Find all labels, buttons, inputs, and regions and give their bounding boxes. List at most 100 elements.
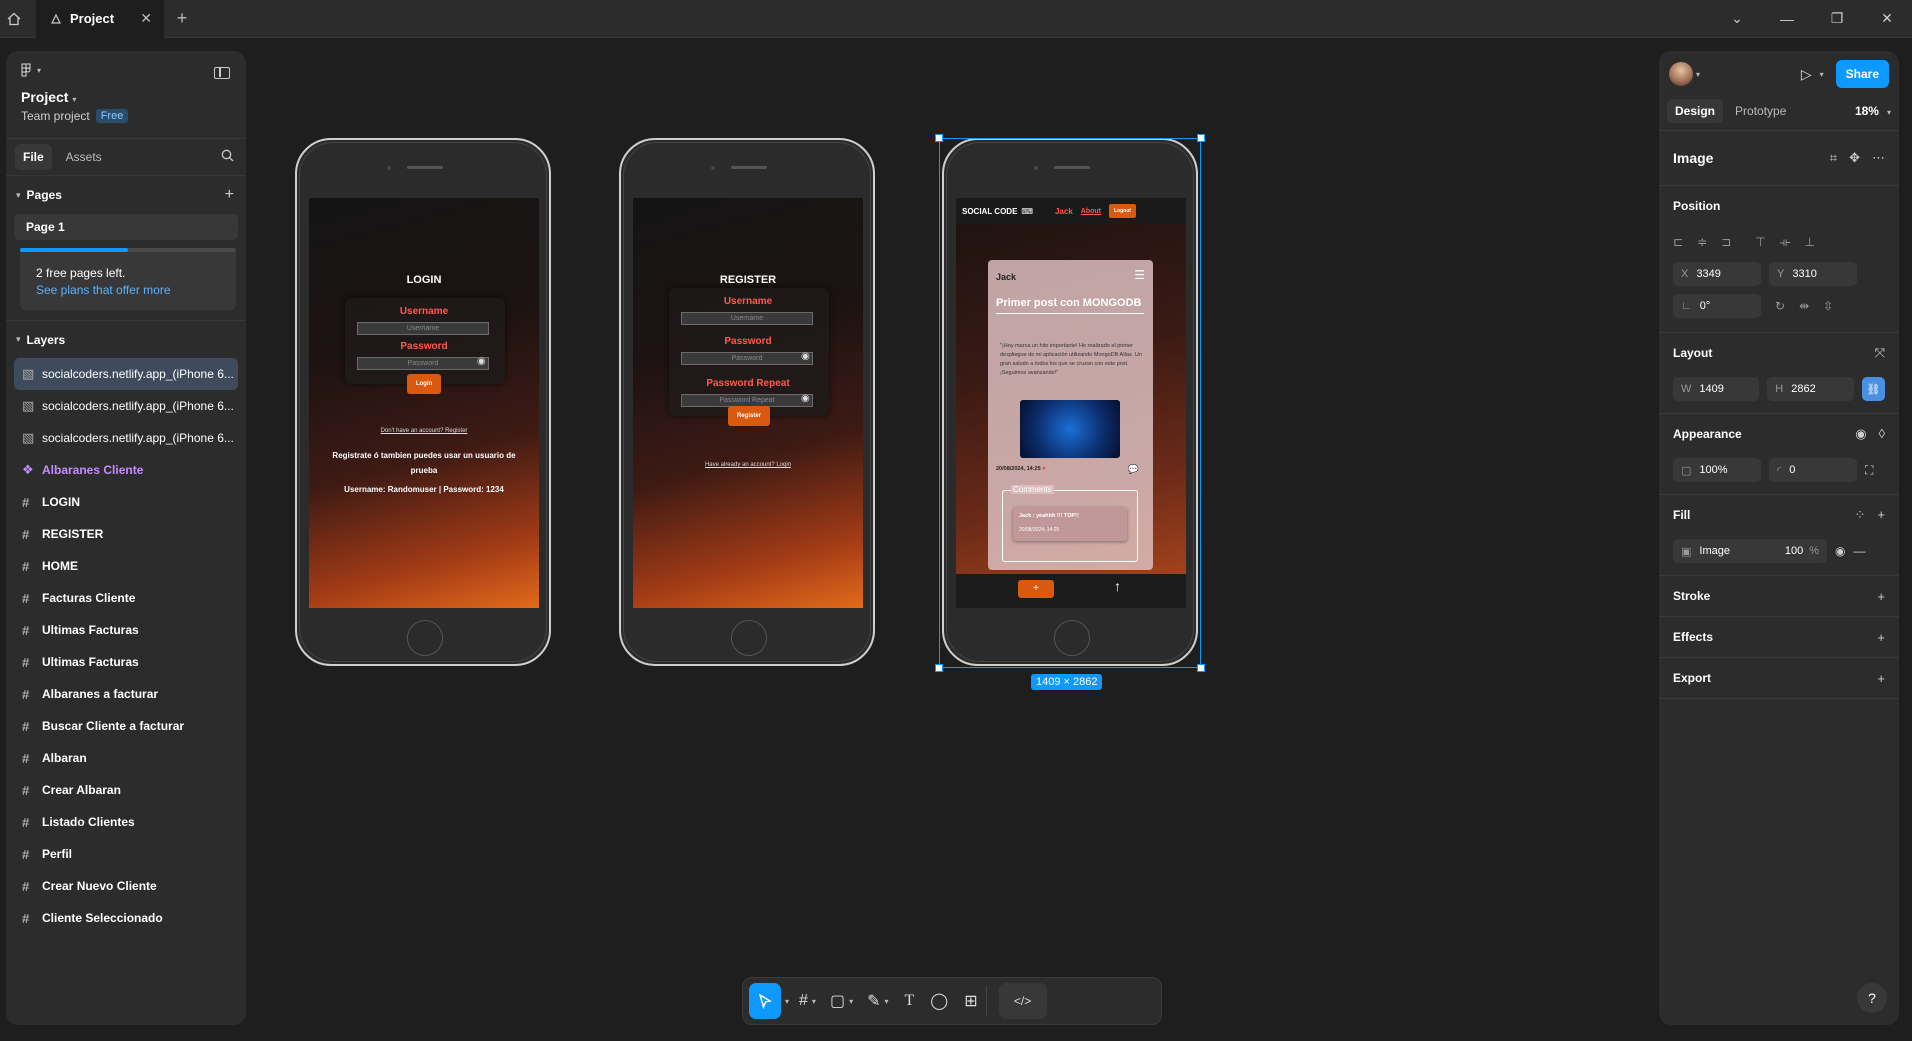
more-icon[interactable]: ⋯ — [1872, 150, 1885, 166]
layer-item[interactable]: # HOME — [6, 550, 246, 582]
tab-design[interactable]: Design — [1667, 98, 1724, 123]
see-plans-link[interactable]: See plans that offer more — [36, 283, 220, 297]
layer-item[interactable]: ▧ socialcoders.netlify.app_(iPhone 6... — [6, 390, 246, 422]
x-field[interactable]: X 3349 — [1673, 262, 1761, 286]
layer-item[interactable]: # Albaran — [6, 742, 246, 774]
layer-item[interactable]: # Crear Nuevo Cliente — [6, 870, 246, 902]
layer-item[interactable]: # Facturas Cliente — [6, 582, 246, 614]
align-right-icon[interactable]: ⊐ — [1721, 235, 1731, 249]
layer-item[interactable]: # Ultimas Facturas — [6, 646, 246, 678]
chevron-down-icon[interactable]: ▾ — [1820, 70, 1824, 79]
resize-handle-top-left[interactable] — [935, 134, 943, 142]
layer-item[interactable]: # Cliente Seleccionado — [6, 902, 246, 934]
tab-close-icon[interactable]: ✕ — [140, 10, 152, 27]
blend-mode-icon[interactable]: ◊ — [1879, 426, 1885, 442]
selection-type: Image — [1673, 150, 1714, 166]
flip-vertical-icon[interactable]: ⇳ — [1823, 299, 1833, 313]
pages-header[interactable]: ▾ Pages + — [6, 176, 246, 214]
minimize-icon[interactable]: — — [1762, 11, 1812, 27]
y-field[interactable]: Y 3310 — [1769, 262, 1857, 286]
layer-item[interactable]: # Buscar Cliente a facturar — [6, 710, 246, 742]
layer-label: Crear Nuevo Cliente — [42, 879, 157, 893]
move-tool-button[interactable] — [749, 983, 781, 1019]
login-frame[interactable]: LOGIN Username Username Password Passwor… — [295, 138, 551, 666]
present-play-icon[interactable]: ▷ — [1801, 66, 1812, 83]
fit-icon[interactable]: ⤧ — [1875, 345, 1885, 361]
tab-project[interactable]: Project ✕ — [36, 0, 164, 38]
layer-item[interactable]: # LOGIN — [6, 486, 246, 518]
comment-tool-button[interactable]: ◯ — [930, 983, 948, 1019]
add-stroke-icon[interactable]: + — [1877, 589, 1885, 604]
register-frame[interactable]: REGISTER Username Username Password Pass… — [619, 138, 875, 666]
resize-handle-bottom-left[interactable] — [935, 664, 943, 672]
remove-fill-icon[interactable]: — — [1853, 544, 1865, 558]
tab-prototype[interactable]: Prototype — [1727, 99, 1794, 123]
independent-corners-icon[interactable]: ⛶ — [1865, 463, 1873, 478]
align-bottom-icon[interactable]: ⊥ — [1805, 235, 1815, 250]
rotation-value: 0° — [1699, 300, 1711, 312]
h-label: H — [1775, 383, 1784, 395]
sidebar-toggle-icon[interactable] — [214, 67, 230, 79]
width-field[interactable]: W 1409 — [1673, 377, 1760, 401]
flip-horizontal-icon[interactable]: ⇹ — [1799, 299, 1809, 313]
styles-icon[interactable]: ⁘ — [1855, 507, 1866, 523]
pen-tool-button[interactable]: ✎ ▾ — [867, 983, 888, 1019]
tab-assets[interactable]: Assets — [58, 144, 110, 170]
crop-icon[interactable]: ⌗ — [1830, 150, 1837, 166]
layer-item[interactable]: ▧ socialcoders.netlify.app_(iPhone 6... — [14, 358, 238, 390]
resize-handle-top-right[interactable] — [1197, 134, 1205, 142]
text-tool-button[interactable]: T — [905, 983, 915, 1019]
add-page-icon[interactable]: + — [225, 186, 234, 204]
help-button[interactable]: ? — [1857, 983, 1887, 1013]
layer-item[interactable]: ❖ Albaranes Cliente — [6, 454, 246, 486]
layer-item[interactable]: # Ultimas Facturas — [6, 614, 246, 646]
add-fill-icon[interactable]: + — [1877, 507, 1885, 523]
search-icon[interactable] — [221, 149, 234, 165]
fill-row[interactable]: ▣ Image 100 % — [1673, 539, 1827, 563]
shape-tool-button[interactable]: ▢ ▾ — [830, 983, 853, 1019]
tab-file[interactable]: File — [15, 144, 52, 170]
layer-item[interactable]: # Crear Albaran — [6, 774, 246, 806]
new-tab-button[interactable]: + — [164, 8, 200, 29]
home-icon[interactable] — [2, 0, 26, 38]
align-middle-icon[interactable]: ⟛ — [1780, 235, 1791, 250]
avatar[interactable] — [1669, 62, 1693, 86]
dev-mode-toggle[interactable]: </> — [998, 983, 1047, 1019]
left-panel: ▾ Project ▾ Team project Free File Asset… — [6, 51, 246, 1025]
chevron-down-icon[interactable]: ⌄ — [1712, 10, 1762, 27]
layer-item[interactable]: # Listado Clientes — [6, 806, 246, 838]
layer-item[interactable]: # Albaranes a facturar — [6, 678, 246, 710]
eye-icon[interactable]: ◉ — [1835, 544, 1845, 558]
layer-item[interactable]: # Perfil — [6, 838, 246, 870]
component-icon[interactable]: ✥ — [1849, 150, 1860, 166]
rotate-icon[interactable]: ↻ — [1775, 299, 1785, 313]
align-center-h-icon[interactable]: ≑ — [1697, 235, 1707, 249]
rotation-field[interactable]: ∟ 0° — [1673, 294, 1761, 318]
height-field[interactable]: H 2862 — [1767, 377, 1854, 401]
page-item[interactable]: Page 1 — [14, 214, 238, 240]
main-menu-button[interactable]: ▾ — [21, 63, 232, 77]
share-button[interactable]: Share — [1835, 60, 1889, 88]
align-top-icon[interactable]: ⊤ — [1755, 235, 1765, 250]
project-name[interactable]: Project ▾ — [21, 89, 232, 105]
restore-icon[interactable]: ❐ — [1812, 10, 1862, 27]
zoom-control[interactable]: 18% ▾ — [1855, 104, 1891, 118]
corner-radius-field[interactable]: ◜ 0 — [1769, 458, 1857, 482]
chevron-down-icon[interactable]: ▾ — [1696, 70, 1700, 79]
eye-icon[interactable]: ◉ — [1855, 426, 1866, 442]
component-icon: ❖ — [22, 462, 34, 477]
layer-item[interactable]: ▧ socialcoders.netlify.app_(iPhone 6... — [6, 422, 246, 454]
add-effect-icon[interactable]: + — [1877, 630, 1885, 645]
actions-button[interactable]: ⊞ — [964, 983, 977, 1019]
close-window-icon[interactable]: ✕ — [1862, 10, 1912, 27]
align-left-icon[interactable]: ⊏ — [1673, 235, 1683, 249]
layers-header[interactable]: ▾ Layers — [6, 320, 246, 358]
opacity-field[interactable]: ▢ 100% — [1673, 458, 1761, 482]
plan-badge[interactable]: Free — [95, 109, 129, 123]
chevron-down-icon[interactable]: ▾ — [785, 983, 789, 1019]
constrain-proportions-icon[interactable]: ⛓ — [1861, 377, 1885, 401]
layer-item[interactable]: # REGISTER — [6, 518, 246, 550]
resize-handle-bottom-right[interactable] — [1197, 664, 1205, 672]
frame-tool-button[interactable]: # ▾ — [799, 983, 816, 1019]
add-export-icon[interactable]: + — [1877, 671, 1885, 686]
